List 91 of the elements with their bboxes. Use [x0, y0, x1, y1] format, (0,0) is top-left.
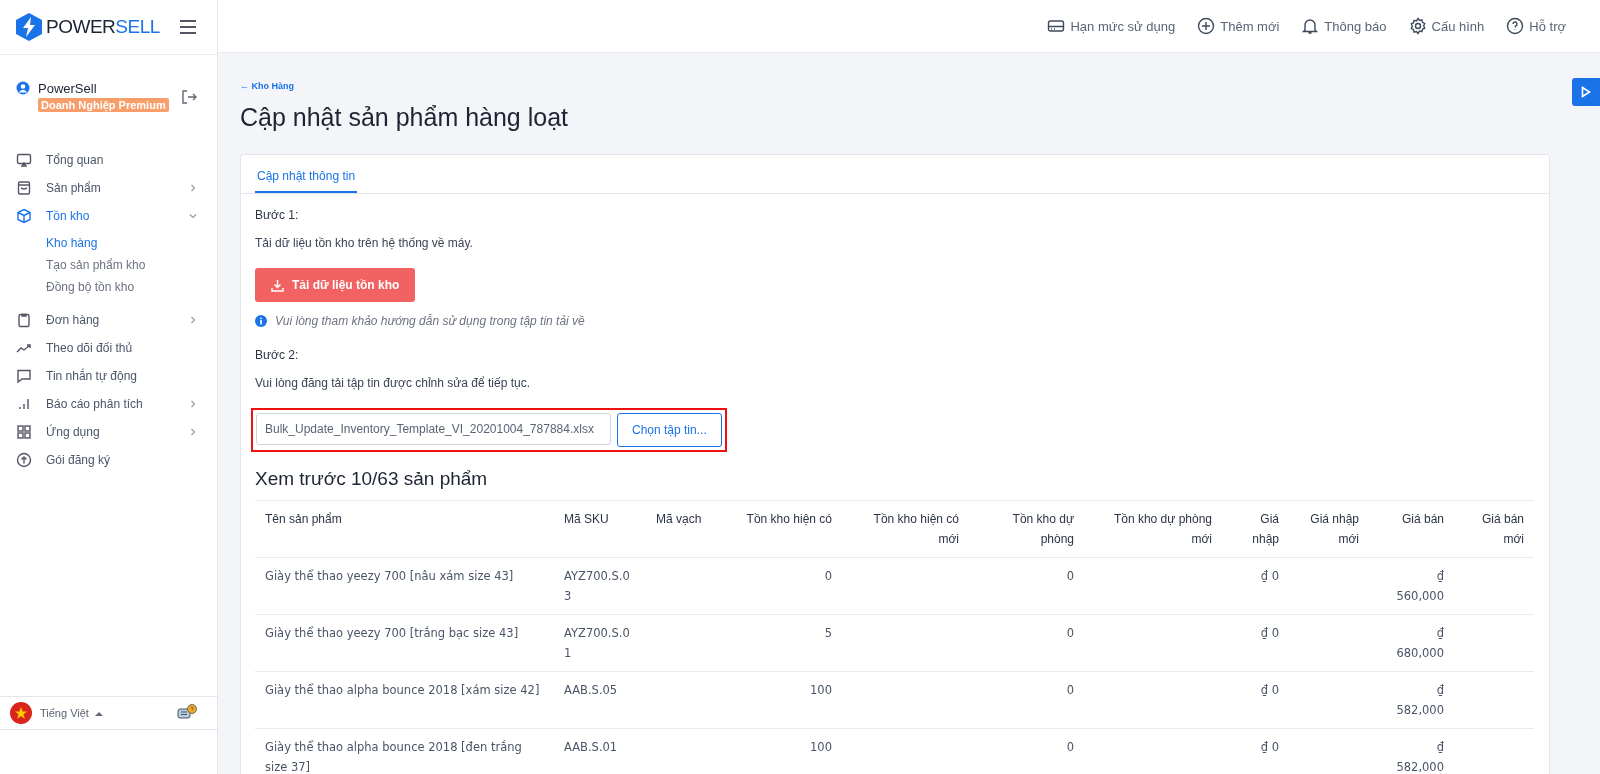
column-header: Tồn kho dự phòng mới	[1084, 500, 1222, 558]
step-title: Bước 1:	[255, 208, 300, 222]
sidebar-item[interactable]: Sản phẩm	[0, 174, 217, 202]
caret-icon	[94, 710, 103, 716]
table-cell: AYZ700.S.03	[564, 569, 630, 603]
user-avatar-icon	[16, 81, 30, 95]
table-cell: 0	[1066, 740, 1074, 754]
column-header: Giá bán mới	[1454, 500, 1534, 558]
step-title: Bước 2:	[255, 348, 300, 362]
table-cell: Giày thể thao alpha bounce 2018 [xám size 42]	[265, 683, 540, 697]
plan-badge: Doanh Nghiệp Premium	[38, 98, 169, 112]
submenu-item[interactable]: Đồng bộ tồn kho	[46, 276, 217, 298]
language-selector[interactable]: Tiếng Việt	[40, 707, 169, 719]
submenu-item[interactable]: Kho hàng	[46, 232, 217, 254]
table-cell: 100	[810, 683, 832, 697]
submenu-item[interactable]: Tạo sản phẩm kho	[46, 254, 217, 276]
table-cell: Giày thể thao yeezy 700 [trắng bạc size 43]	[265, 626, 519, 640]
file-name-field[interactable]: Bulk_Update_Inventory_Template_VI_20201004_787884.xlsx	[256, 413, 611, 445]
tab[interactable]: Cập nhật thông tin	[255, 169, 358, 193]
header-action[interactable]: Cấu hình	[1408, 17, 1485, 35]
table-cell: Giày thể thao alpha bounce 2018 [đen trắng size 37]	[265, 740, 522, 774]
bar-chart-icon	[16, 396, 32, 412]
bag-icon	[16, 180, 32, 196]
download-icon	[271, 278, 284, 292]
table-cell: ₫ 0	[1260, 740, 1279, 754]
table-cell: ₫ 0	[1260, 569, 1279, 583]
column-header: Tồn kho hiện có	[714, 500, 842, 558]
table-cell: ₫ 0	[1260, 626, 1279, 640]
flag-icon	[10, 702, 32, 724]
column-header: Tồn kho hiện có mới	[842, 500, 969, 558]
clipboard-icon	[16, 312, 32, 328]
page-title: Cập nhật sản phẩm hàng loạt	[240, 103, 569, 132]
table-cell: 0	[1066, 626, 1074, 640]
logo-icon	[14, 12, 44, 42]
sidebar-item[interactable]: Tin nhắn tự động	[0, 362, 217, 390]
choose-file-button[interactable]: Chọn tập tin...	[617, 413, 722, 447]
table-cell: 0	[1066, 569, 1074, 583]
column-header: Giá nhập mới	[1289, 500, 1369, 558]
column-header: Mã SKU	[554, 500, 646, 558]
sidebar-item[interactable]: Báo cáo phân tích	[0, 390, 217, 418]
table-cell: ₫ 0	[1260, 683, 1279, 697]
column-header: Tồn kho dự phòng	[969, 500, 1084, 558]
table-cell: Giày thể thao yeezy 700 [nâu xám size 43]	[265, 569, 514, 583]
logo-text: POWERSELL	[46, 16, 160, 38]
table-cell: ₫ 582,000	[1396, 683, 1444, 717]
breadcrumb-link[interactable]: ← Kho Hàng	[240, 81, 294, 91]
table-cell: AYZ700.S.01	[564, 626, 630, 660]
monitor-icon	[16, 152, 32, 168]
step-description: Tải dữ liệu tồn kho trên hệ thống về máy.	[255, 236, 474, 250]
logout-icon[interactable]	[179, 87, 199, 107]
plus-circle-icon	[1197, 17, 1216, 35]
table-cell: 100	[810, 740, 832, 754]
play-button[interactable]	[1572, 78, 1600, 106]
help-icon	[1506, 17, 1525, 35]
table-cell: 0	[824, 569, 832, 583]
menu-icon[interactable]	[177, 18, 199, 36]
table-cell: AAB.S.05	[564, 683, 618, 697]
table-cell: ₫ 680,000	[1396, 626, 1444, 660]
column-header: Giá bán	[1369, 500, 1454, 558]
table-cell: AAB.S.01	[564, 740, 618, 754]
header-action[interactable]: Hỗ trợ	[1506, 17, 1566, 35]
preview-title: Xem trước 10/63 sản phẩm	[255, 468, 489, 490]
sidebar-item[interactable]: Gói đăng ký	[0, 446, 217, 474]
box-icon	[16, 208, 32, 224]
user-name: PowerSell	[38, 81, 97, 96]
help-chat-icon[interactable]	[177, 704, 197, 722]
chat-icon	[16, 368, 32, 384]
sidebar-item[interactable]: Đơn hàng	[0, 306, 217, 334]
column-header: Mã vạch	[646, 500, 714, 558]
up-arrow-circle-icon	[16, 452, 32, 468]
header-action[interactable]: Thêm mới	[1197, 17, 1280, 35]
settings-icon	[1408, 17, 1427, 35]
header-action[interactable]: Thông báo	[1301, 17, 1387, 35]
column-header: Tên sản phẩm	[255, 500, 554, 558]
info-icon	[255, 315, 267, 327]
play-icon	[1581, 86, 1591, 98]
sidebar-item[interactable]: Tổng quan	[0, 146, 217, 174]
column-header: Giá nhập	[1222, 500, 1289, 558]
drive-icon	[1047, 17, 1066, 35]
sidebar-item[interactable]: Tồn kho	[0, 202, 217, 230]
sidebar-item[interactable]: Ứng dụng	[0, 418, 217, 446]
step-description: Vui lòng đăng tải tập tin được chỉnh sửa để tiếp tục.	[255, 376, 531, 390]
table-cell: ₫ 560,000	[1396, 569, 1444, 603]
hint-text: Vui lòng tham khảo hướng dẫn sử dụng trong tập tin tải về	[275, 314, 585, 328]
header-action[interactable]: Hạn mức sử dụng	[1047, 17, 1176, 35]
bell-icon	[1301, 17, 1320, 35]
table-cell: 0	[1066, 683, 1074, 697]
sidebar-item[interactable]: Theo dõi đối thủ	[0, 334, 217, 362]
table-cell: 5	[824, 626, 832, 640]
table-cell: ₫ 582,000	[1396, 740, 1444, 774]
grid-icon	[16, 424, 32, 440]
